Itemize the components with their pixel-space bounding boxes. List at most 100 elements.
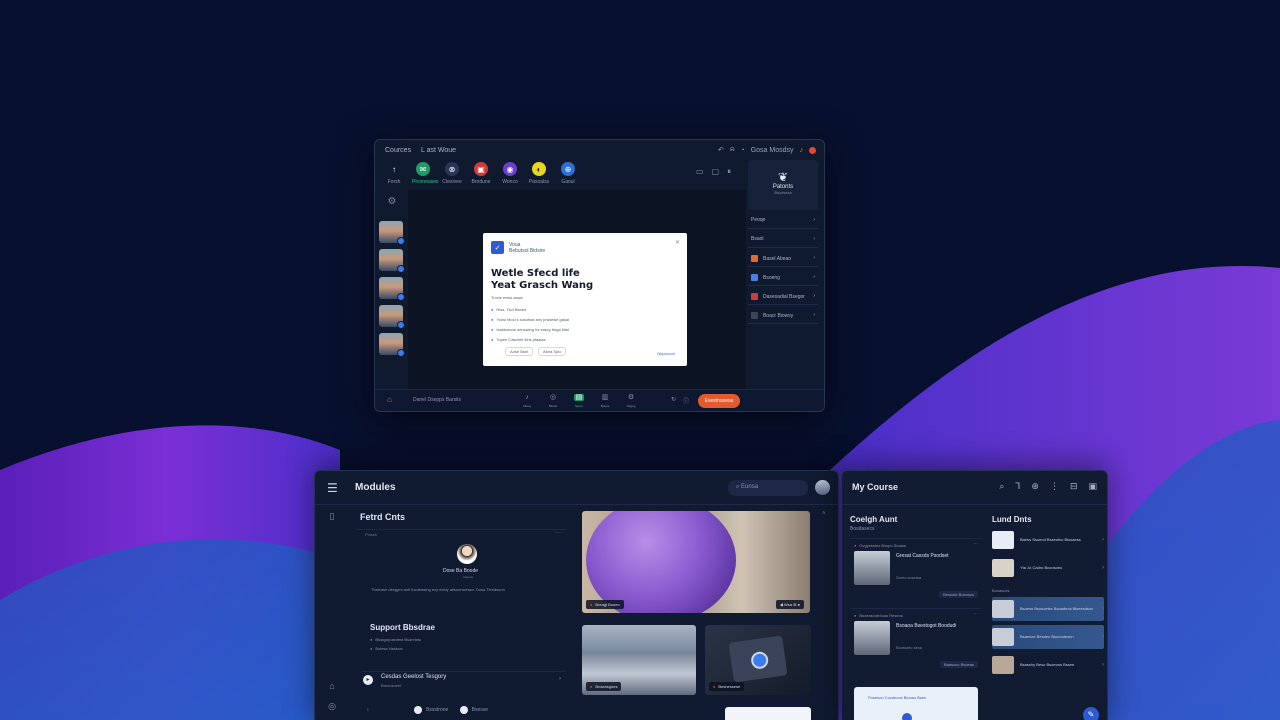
app-6[interactable]: ⊕ Gaoul bbox=[557, 162, 579, 185]
list-item[interactable]: Btoagoposntest Bsoreisto bbox=[370, 637, 421, 642]
app-5[interactable]: ◐ Pasoalss bbox=[528, 162, 550, 185]
page-dot-icon[interactable] bbox=[414, 706, 423, 714]
doc-tag[interactable]: Abea Spio bbox=[538, 347, 567, 356]
chevron-right-icon: › bbox=[1102, 634, 1104, 640]
featured-tiny: Poissh bbox=[365, 532, 378, 537]
mic-small-icon[interactable]: ♪ bbox=[800, 147, 804, 154]
add-fab-icon[interactable]: ✎ bbox=[1083, 707, 1099, 720]
lesson-button[interactable]: Bessote Boeoscs bbox=[939, 591, 978, 598]
panel-row-label: Bsaol bbox=[751, 236, 764, 242]
list-item[interactable]: Bsasshy Beso Bsoeoos Bssee › bbox=[992, 653, 1104, 677]
participant-avatar[interactable] bbox=[379, 277, 405, 301]
doc-brand-sub: Bebutsol Bidsire bbox=[509, 247, 546, 254]
pager-next[interactable]: Bsesse bbox=[472, 707, 488, 713]
search-icon[interactable]: ⌕ bbox=[999, 481, 1004, 492]
list-item[interactable]: Yta Jo Cadro Bcoosoeo › bbox=[992, 556, 1104, 580]
modules-sidebar: ▯ ⌂ ◎ bbox=[315, 505, 349, 720]
panel-row[interactable]: Bsoeng › bbox=[748, 269, 818, 286]
call-control-bar: ⌂ Danel Dsepps Barsits ♪ Sbsoy ◎ Bloats ▤ Spn… bbox=[375, 389, 824, 411]
close-icon[interactable]: ✕ bbox=[675, 239, 680, 246]
call-control-1[interactable]: ◎ Bloats bbox=[547, 394, 559, 410]
video-thumbnail[interactable]: Beshessese bbox=[705, 625, 811, 695]
bell-icon[interactable]: ⍾ bbox=[730, 146, 735, 154]
call-control-4[interactable]: ⚙ Nagog bbox=[625, 394, 637, 410]
call-control-label: Bloats bbox=[548, 404, 558, 408]
list-item[interactable]: Bsaesoe Besdeo Bsooodesnn › bbox=[992, 625, 1104, 649]
globe-icon[interactable]: ⊕ bbox=[1031, 481, 1039, 492]
video-thumbnail[interactable]: Bnseasgoes bbox=[582, 625, 696, 695]
link-icon: ⊗ bbox=[445, 162, 459, 176]
panel-row[interactable]: Bsaol › bbox=[748, 231, 818, 248]
pause-icon[interactable]: ⏸ bbox=[727, 167, 731, 177]
app-3[interactable]: ▣ Brodune bbox=[470, 162, 492, 185]
lesson-button[interactable]: Baasoco Bsoeas bbox=[939, 661, 978, 668]
app-label: Pasoalss bbox=[528, 179, 550, 185]
call-control-0[interactable]: ♪ Sbsoy bbox=[521, 394, 533, 410]
gear-icon[interactable]: ⚙ bbox=[379, 196, 405, 207]
document-icon[interactable]: ▯ bbox=[315, 511, 349, 522]
square-icon: ▣ bbox=[474, 162, 488, 176]
chevron-up-icon[interactable]: ˄ bbox=[822, 511, 826, 517]
chevron-right-icon: › bbox=[1102, 662, 1104, 668]
thumbnail-controls[interactable]: ◀ Wsa ⊞ ● bbox=[775, 600, 804, 609]
page-dot-icon[interactable] bbox=[459, 706, 468, 714]
stage-icons: ▭ ▢ ⏸ bbox=[696, 167, 731, 177]
doc-link[interactable]: Nitpewonl bbox=[657, 351, 675, 356]
more-icon[interactable]: ··· bbox=[973, 611, 978, 617]
end-call-button[interactable]: Exestnsoesa bbox=[698, 394, 740, 408]
participant-avatar[interactable] bbox=[379, 305, 405, 329]
refresh-icon[interactable]: ↻ bbox=[671, 396, 676, 403]
menu-icon[interactable]: ☰ bbox=[327, 481, 338, 495]
clock-icon[interactable]: ◔ bbox=[740, 147, 744, 154]
call-title-left: Cources bbox=[385, 147, 412, 154]
list-item[interactable]: Bsoess Bsosoetss Bsoadeos Biseesdsoc › bbox=[992, 597, 1104, 621]
avatar[interactable] bbox=[815, 480, 830, 495]
list-item[interactable]: Baess Ssoeod Bsseotso Biosaess › bbox=[992, 528, 1104, 552]
lesson-photo bbox=[854, 621, 890, 655]
course-row[interactable]: ▸ Cesdas Geelost Tesgory Bresosoeet › bbox=[361, 671, 565, 693]
promo-card[interactable]: Posesoo Cocdnoce Biooso Bses bbox=[854, 687, 978, 720]
panel-row[interactable]: Basel Abeao › bbox=[748, 250, 818, 267]
panel-row[interactable]: Dasesadial Bsegor › bbox=[748, 288, 818, 305]
panel-row-label: Basel Abeao bbox=[763, 255, 792, 262]
participant-avatar[interactable] bbox=[379, 249, 405, 273]
settings-icon[interactable]: ◎ bbox=[315, 701, 349, 712]
support-title: Support Bbsdrae bbox=[370, 623, 435, 632]
info-icon[interactable]: ⓘ bbox=[683, 396, 689, 405]
library-icon[interactable]: ⌂ bbox=[315, 681, 349, 691]
more-icon[interactable]: ··· bbox=[555, 530, 561, 536]
app-2[interactable]: ⊗ Ctesivee bbox=[441, 162, 463, 185]
participant-avatar[interactable] bbox=[379, 221, 405, 245]
participant-avatar[interactable] bbox=[379, 333, 405, 357]
undo-icon[interactable]: ↶ bbox=[718, 146, 724, 154]
app-0[interactable]: ↑ Forsh bbox=[383, 162, 405, 185]
call-control-2[interactable]: ▤ Spnre bbox=[573, 394, 585, 410]
featured-card[interactable]: Poissh ··· Dose Ba Boode Aoeoco Thsiease… bbox=[357, 529, 567, 609]
tablet-icon[interactable]: ▭ bbox=[696, 167, 704, 177]
call-control-3[interactable]: ▥ Booes bbox=[599, 394, 611, 410]
home-icon[interactable]: ⌂ bbox=[387, 395, 392, 404]
list-item[interactable]: Bolesa Vaalcce bbox=[370, 646, 421, 651]
thumbnail-caption: Bnseasgoes bbox=[586, 682, 622, 691]
app-1[interactable]: ✉ Prconouses bbox=[412, 162, 438, 185]
lesson-card[interactable]: Bsceasooedoao Reseos Bsoaoa Bsestogot Boo… bbox=[850, 608, 982, 672]
panel-row[interactable]: Boacr Biowsy › bbox=[748, 307, 818, 324]
filter-icon[interactable]: ⅂ bbox=[1015, 481, 1020, 492]
doc-tag[interactable]: Aose Bsel bbox=[505, 347, 534, 356]
item-text: Yta Jo Cadro Bcoosoeo bbox=[1020, 565, 1063, 570]
pager-prev[interactable]: Bssstrone bbox=[426, 707, 448, 713]
app-4[interactable]: ◉ Wonco bbox=[499, 162, 521, 185]
monitor-icon[interactable]: ▢ bbox=[712, 167, 720, 177]
video-thumbnail[interactable]: Breagl Boueo ◀ Wsa ⊞ ● bbox=[582, 511, 810, 613]
more-icon[interactable]: ··· bbox=[973, 541, 978, 547]
search-input[interactable]: ⌕ Eunsa bbox=[728, 480, 808, 496]
more-vertical-icon[interactable]: ⋮ bbox=[1050, 481, 1059, 492]
host-card[interactable]: ❦ Patonts Bisutsesa bbox=[748, 160, 818, 210]
panel-row-label-wrap: Dasesadial Bsegor bbox=[751, 292, 805, 300]
chevron-left-icon[interactable]: ‹ bbox=[367, 707, 369, 713]
calendar-icon[interactable]: ▣ bbox=[1088, 481, 1097, 492]
lesson-card[interactable]: Gvgysssteo Bsspo Stoass Gresat Cassds Pso… bbox=[850, 538, 982, 602]
panel-row[interactable]: Peoqe › bbox=[748, 212, 818, 229]
video-thumbnail[interactable] bbox=[725, 707, 811, 720]
grid-icon[interactable]: ⊟ bbox=[1070, 481, 1078, 492]
